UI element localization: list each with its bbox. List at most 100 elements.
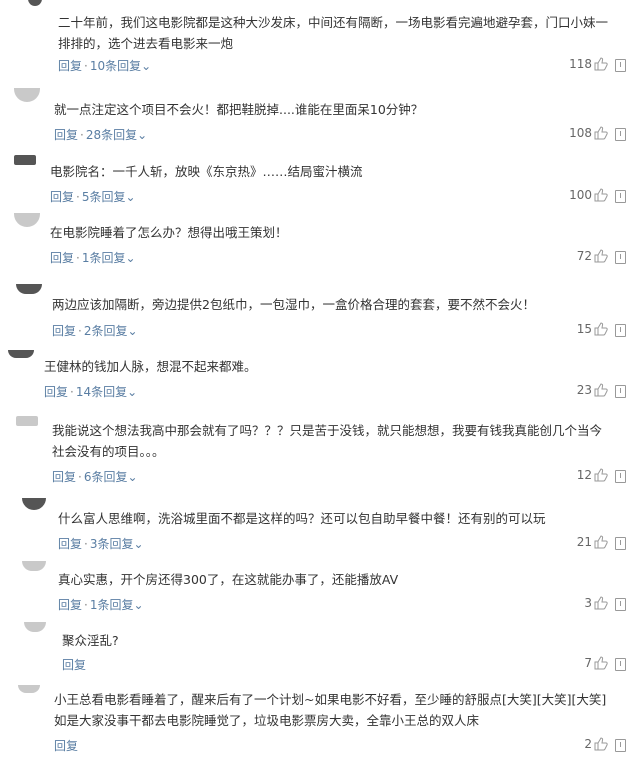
like-button[interactable]: 23: [577, 383, 608, 397]
report-icon[interactable]: [615, 537, 626, 550]
thumbs-up-icon: [594, 737, 608, 751]
view-replies-link[interactable]: 2条回复⌄: [84, 324, 138, 338]
avatar[interactable]: [14, 88, 40, 102]
view-replies-link[interactable]: 3条回复⌄: [90, 537, 144, 551]
thumbs-up-icon: [594, 535, 608, 549]
avatar[interactable]: [14, 213, 40, 227]
view-replies-link[interactable]: 1条回复⌄: [90, 598, 144, 612]
like-button[interactable]: 108: [569, 126, 608, 140]
reply-button[interactable]: 回复: [54, 128, 78, 142]
reply-button[interactable]: 回复: [52, 324, 76, 338]
comment-meta: 回复 · 28条回复⌄: [54, 128, 148, 142]
report-icon[interactable]: [615, 385, 626, 398]
comment-text: 什么富人思维啊，洗浴城里面不都是这样的吗？还可以包自助早餐中餐！还有别的可以玩: [58, 511, 546, 526]
comment-text: 在电影院睡着了怎么办？想得出哦王策划！: [50, 225, 288, 240]
chevron-down-icon: ⌄: [125, 251, 136, 265]
report-icon[interactable]: [615, 598, 626, 611]
comment-meta: 回复: [54, 737, 78, 754]
view-replies-link[interactable]: 10条回复⌄: [90, 59, 151, 73]
like-button[interactable]: 100: [569, 188, 608, 202]
comment-meta: 回复 · 2条回复⌄: [52, 324, 138, 338]
reply-button[interactable]: 回复: [50, 190, 74, 204]
like-count: 15: [576, 322, 592, 336]
avatar[interactable]: [8, 350, 34, 358]
chevron-down-icon: ⌄: [127, 385, 138, 399]
comment-meta: 回复 · 1条回复⌄: [50, 251, 136, 265]
thumbs-up-icon: [594, 383, 608, 397]
view-replies-link[interactable]: 14条回复⌄: [76, 385, 137, 399]
view-replies-link[interactable]: 1条回复⌄: [82, 251, 136, 265]
thumbs-up-icon: [594, 596, 608, 610]
avatar[interactable]: [24, 622, 46, 632]
like-count: 7: [584, 656, 592, 670]
reply-button[interactable]: 回复: [62, 658, 86, 672]
like-button[interactable]: 12: [577, 468, 608, 482]
report-icon[interactable]: [615, 190, 626, 203]
avatar[interactable]: [22, 498, 46, 510]
comment-meta: 回复 · 1条回复⌄: [58, 598, 144, 612]
reply-button[interactable]: 回复: [58, 537, 82, 551]
reply-button[interactable]: 回复: [58, 598, 82, 612]
comment-meta: 回复 · 6条回复⌄: [52, 470, 138, 484]
chevron-down-icon: ⌄: [127, 470, 138, 484]
avatar[interactable]: [28, 0, 42, 6]
avatar[interactable]: [22, 561, 46, 571]
like-count: 23: [576, 383, 592, 397]
like-button[interactable]: 15: [577, 322, 608, 336]
like-count: 72: [576, 249, 592, 263]
comment-meta: 回复 · 3条回复⌄: [58, 537, 144, 551]
comment-text: 二十年前，我们这电影院都是这种大沙发床，中间还有隔断，一场电影看完遍地避孕套，门…: [58, 15, 609, 51]
report-icon[interactable]: [615, 324, 626, 337]
reply-button[interactable]: 回复: [58, 59, 82, 73]
comment-text: 王健林的钱加人脉，想混不起来都难。: [44, 359, 257, 374]
like-button[interactable]: 21: [577, 535, 608, 549]
comment-meta: 回复 · 14条回复⌄: [44, 385, 138, 399]
avatar[interactable]: [14, 155, 36, 165]
chevron-down-icon: ⌄: [133, 537, 144, 551]
report-icon[interactable]: [615, 59, 626, 72]
chevron-down-icon: ⌄: [141, 59, 152, 73]
comment-text: 两边应该加隔断，旁边提供2包纸巾，一包湿巾，一盒价格合理的套套，要不然不会火！: [52, 297, 535, 312]
report-icon[interactable]: [615, 128, 626, 141]
like-count: 12: [576, 468, 592, 482]
like-count: 2: [584, 737, 592, 751]
like-count: 100: [569, 188, 592, 202]
view-replies-link[interactable]: 6条回复⌄: [84, 470, 138, 484]
view-replies-link[interactable]: 28条回复⌄: [86, 128, 147, 142]
comment-meta: 回复 · 10条回复⌄: [58, 59, 152, 73]
avatar[interactable]: [16, 416, 38, 426]
comment-text: 小王总看电影看睡着了，醒来后有了一个计划~如果电影不好看，至少睡的舒服点[大笑]…: [54, 692, 607, 728]
reply-button[interactable]: 回复: [54, 739, 78, 753]
report-icon[interactable]: [615, 658, 626, 671]
like-button[interactable]: 7: [584, 656, 608, 670]
thumbs-up-icon: [594, 468, 608, 482]
reply-button[interactable]: 回复: [44, 385, 68, 399]
reply-button[interactable]: 回复: [52, 470, 76, 484]
comment-text: 就一点注定这个项目不会火！都把鞋脱掉....谁能在里面呆10分钟？: [54, 102, 424, 117]
comment-text: 真心实惠，开个房还得300了，在这就能办事了，还能播放AV: [58, 572, 399, 587]
like-button[interactable]: 118: [569, 57, 608, 71]
chevron-down-icon: ⌄: [137, 128, 148, 142]
like-count: 21: [576, 535, 592, 549]
like-button[interactable]: 3: [584, 596, 608, 610]
report-icon[interactable]: [615, 470, 626, 483]
chevron-down-icon: ⌄: [133, 598, 144, 612]
avatar[interactable]: [18, 685, 40, 693]
thumbs-up-icon: [594, 188, 608, 202]
like-button[interactable]: 2: [584, 737, 608, 751]
report-icon[interactable]: [615, 251, 626, 264]
report-icon[interactable]: [615, 739, 626, 752]
like-count: 118: [569, 57, 592, 71]
view-replies-link[interactable]: 5条回复⌄: [82, 190, 136, 204]
thumbs-up-icon: [594, 126, 608, 140]
comment-meta: 回复 · 5条回复⌄: [50, 190, 136, 204]
comment-text: 我能说这个想法我高中那会就有了吗？？？只是苦于没钱，就只能想想，我要有钱我真能创…: [52, 423, 603, 459]
thumbs-up-icon: [594, 249, 608, 263]
reply-button[interactable]: 回复: [50, 251, 74, 265]
avatar[interactable]: [16, 284, 42, 294]
comment-meta: 回复: [62, 656, 86, 673]
thumbs-up-icon: [594, 322, 608, 336]
comment-text: 电影院名：一千人斩，放映《东京热》……结局蜜汁横流: [50, 164, 363, 179]
like-button[interactable]: 72: [577, 249, 608, 263]
like-count: 3: [584, 596, 592, 610]
